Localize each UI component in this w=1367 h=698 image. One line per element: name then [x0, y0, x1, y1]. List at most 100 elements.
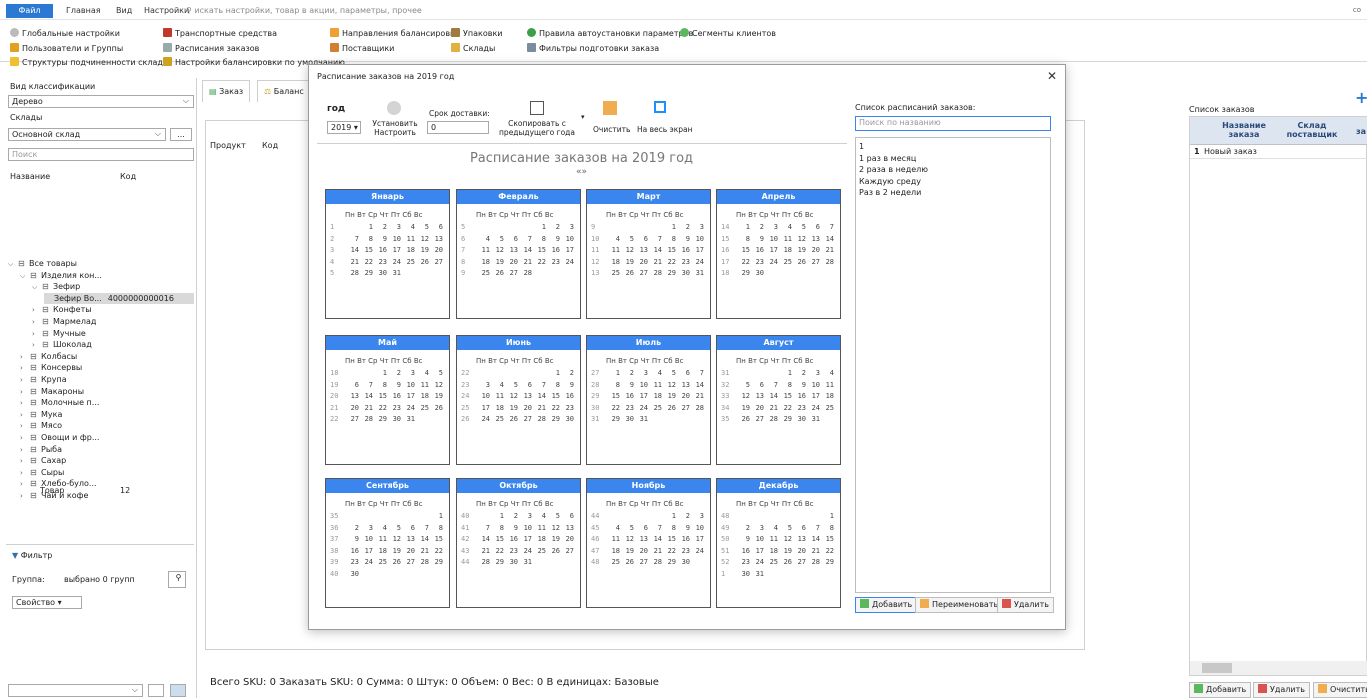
- calendar-day[interactable]: 25: [532, 547, 546, 555]
- calendar-day[interactable]: 23: [736, 558, 750, 566]
- calendar-day[interactable]: 27: [401, 558, 415, 566]
- calendar-day[interactable]: 15: [490, 535, 504, 543]
- calendar-day[interactable]: 7: [690, 369, 704, 377]
- calendar-day[interactable]: 17: [806, 392, 820, 400]
- calendar-day[interactable]: 16: [620, 392, 634, 400]
- calendar-day[interactable]: 27: [676, 404, 690, 412]
- calendar-day[interactable]: 20: [429, 246, 443, 254]
- calendar-day[interactable]: 7: [345, 235, 359, 243]
- calendar-day[interactable]: 13: [750, 392, 764, 400]
- calendar-day[interactable]: 22: [820, 547, 834, 555]
- year-select[interactable]: 2019 ▾: [327, 121, 361, 134]
- calendar-day[interactable]: 10: [764, 235, 778, 243]
- calendar-day[interactable]: 27: [518, 415, 532, 423]
- calendar-day[interactable]: 18: [401, 246, 415, 254]
- calendar-day[interactable]: 14: [820, 235, 834, 243]
- calendar-day[interactable]: 9: [620, 381, 634, 389]
- calendar-day[interactable]: 31: [690, 269, 704, 277]
- calendar-day[interactable]: 15: [373, 392, 387, 400]
- tree-item[interactable]: › ⊟ Макароны: [20, 386, 84, 397]
- calendar-day[interactable]: 17: [387, 246, 401, 254]
- classification-select[interactable]: Дерево: [8, 95, 194, 108]
- calendar-day[interactable]: 27: [792, 558, 806, 566]
- chevron-right-icon[interactable]: ›: [20, 433, 30, 444]
- chevron-right-icon[interactable]: ›: [20, 456, 30, 467]
- calendar-day[interactable]: 18: [490, 404, 504, 412]
- calendar-day[interactable]: 9: [792, 381, 806, 389]
- calendar-day[interactable]: 21: [764, 404, 778, 412]
- calendar-day[interactable]: 15: [820, 535, 834, 543]
- calendar-day[interactable]: 10: [806, 381, 820, 389]
- calendar-day[interactable]: 2: [736, 524, 750, 532]
- calendar-day[interactable]: 28: [806, 558, 820, 566]
- calendar-day[interactable]: 12: [546, 524, 560, 532]
- calendar-day[interactable]: 3: [690, 223, 704, 231]
- calendar-day[interactable]: 3: [401, 369, 415, 377]
- ribbon-order-filters[interactable]: Фильтры подготовки заказа: [527, 43, 659, 55]
- calendar-day[interactable]: 6: [806, 223, 820, 231]
- chevron-right-icon[interactable]: ›: [20, 375, 30, 386]
- calendar-day[interactable]: 10: [560, 235, 574, 243]
- calendar-day[interactable]: 12: [778, 535, 792, 543]
- calendar-day[interactable]: 25: [415, 404, 429, 412]
- calendar-day[interactable]: 29: [490, 558, 504, 566]
- calendar-day[interactable]: 17: [690, 246, 704, 254]
- ribbon-order-schedules[interactable]: Расписания заказов: [163, 43, 259, 55]
- calendar-day[interactable]: 21: [345, 258, 359, 266]
- calendar-day[interactable]: 24: [806, 404, 820, 412]
- calendar-day[interactable]: 14: [476, 535, 490, 543]
- tree-search-input[interactable]: Поиск: [8, 148, 194, 161]
- calendar-day[interactable]: 4: [606, 524, 620, 532]
- calendar-day[interactable]: 26: [792, 258, 806, 266]
- calendar-day[interactable]: 16: [792, 392, 806, 400]
- calendar-day[interactable]: 15: [736, 246, 750, 254]
- calendar-day[interactable]: 17: [764, 246, 778, 254]
- calendar-day[interactable]: 10: [690, 524, 704, 532]
- calendar-day[interactable]: 10: [359, 535, 373, 543]
- chevron-right-icon[interactable]: ›: [20, 479, 30, 490]
- calendar-day[interactable]: 17: [401, 392, 415, 400]
- tree-item[interactable]: › ⊟ Колбасы: [20, 351, 77, 362]
- calendar-day[interactable]: 15: [359, 246, 373, 254]
- chevron-right-icon[interactable]: ›: [32, 305, 42, 316]
- calendar-day[interactable]: 13: [401, 535, 415, 543]
- calendar-day[interactable]: 5: [387, 524, 401, 532]
- calendar-day[interactable]: 29: [359, 269, 373, 277]
- calendar-day[interactable]: 13: [792, 535, 806, 543]
- calendar-day[interactable]: 26: [387, 558, 401, 566]
- chevron-right-icon[interactable]: ›: [20, 387, 30, 398]
- warehouse-select[interactable]: Основной склад: [8, 128, 166, 141]
- calendar-day[interactable]: 20: [634, 258, 648, 266]
- tree-item[interactable]: › ⊟ Консервы: [20, 362, 82, 373]
- calendar-day[interactable]: 19: [620, 258, 634, 266]
- calendar-day[interactable]: 24: [764, 258, 778, 266]
- calendar-day[interactable]: 19: [415, 246, 429, 254]
- calendar-day[interactable]: 17: [476, 404, 490, 412]
- calendar-day[interactable]: 11: [606, 246, 620, 254]
- calendar-day[interactable]: 8: [546, 381, 560, 389]
- calendar-day[interactable]: 24: [690, 547, 704, 555]
- calendar-day[interactable]: 23: [504, 547, 518, 555]
- tree-item[interactable]: › ⊟ Овощи и фр...: [20, 432, 99, 443]
- calendar-day[interactable]: 1: [778, 369, 792, 377]
- calendar-day[interactable]: 6: [560, 512, 574, 520]
- calendar-day[interactable]: 11: [401, 235, 415, 243]
- calendar-day[interactable]: 3: [750, 524, 764, 532]
- calendar-day[interactable]: 16: [676, 535, 690, 543]
- delete-schedule-button[interactable]: Удалить: [997, 597, 1054, 613]
- calendar-day[interactable]: 5: [736, 381, 750, 389]
- chevron-right-icon[interactable]: ›: [20, 398, 30, 409]
- calendar-day[interactable]: 19: [778, 547, 792, 555]
- calendar-day[interactable]: 9: [504, 524, 518, 532]
- calendar-day[interactable]: 25: [778, 258, 792, 266]
- calendar-day[interactable]: 1: [546, 369, 560, 377]
- calendar-day[interactable]: 14: [359, 392, 373, 400]
- calendar-day[interactable]: 17: [359, 547, 373, 555]
- calendar-day[interactable]: 7: [806, 524, 820, 532]
- calendar-day[interactable]: 30: [560, 415, 574, 423]
- calendar-day[interactable]: 26: [620, 558, 634, 566]
- copy-prev-year-button[interactable]: Скопировать с предыдущего года: [499, 119, 575, 137]
- calendar-day[interactable]: 2: [620, 369, 634, 377]
- ribbon-warehouse-structure[interactable]: Структуры подчиненности складов: [10, 57, 173, 69]
- calendar-day[interactable]: 29: [662, 269, 676, 277]
